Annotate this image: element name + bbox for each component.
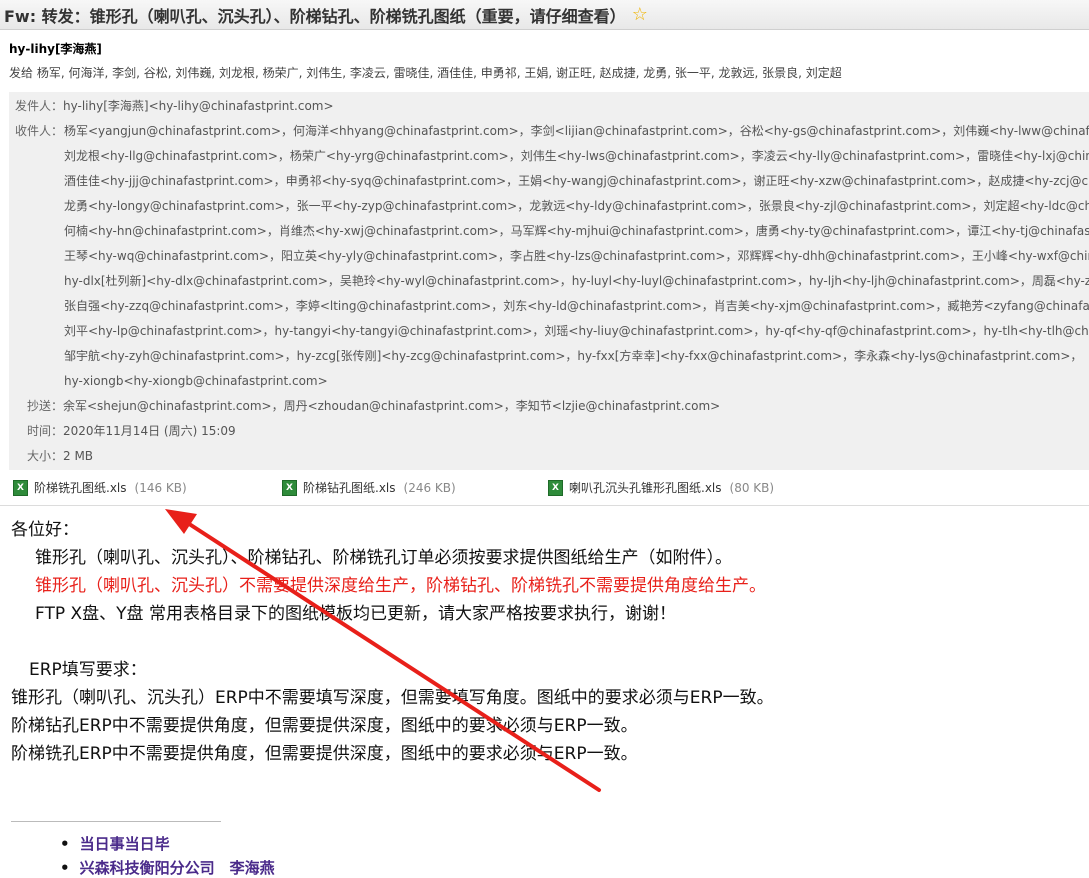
attachment-name[interactable]: 阶梯铣孔图纸.xls xyxy=(34,479,127,496)
attachment-size: (246 KB) xyxy=(403,480,456,495)
recipient-line[interactable]: 刘龙根<hy-llg@chinafastprint.com>，杨荣广<hy-yr… xyxy=(64,148,1089,164)
cc-label: 抄送： xyxy=(26,399,63,413)
greeting: 各位好： xyxy=(11,520,79,540)
from-value[interactable]: hy-lihy[李海燕]<hy-lihy@chinafastprint.com> xyxy=(63,99,334,113)
size-row: 大小：2 MB xyxy=(9,448,93,464)
to-label: 收件人： xyxy=(14,124,63,138)
recipient-line[interactable]: 张自强<hy-zzq@chinafastprint.com>，李婷<lting@… xyxy=(64,298,1089,314)
recipient-line[interactable]: hy-xiongb<hy-xiongb@chinafastprint.com> xyxy=(64,373,328,389)
time-label: 时间： xyxy=(26,424,63,438)
bullet-icon: • xyxy=(60,859,70,877)
xls-file-icon: X xyxy=(548,479,563,496)
signature-line-1: • 当日事当日毕 xyxy=(60,833,170,854)
star-icon[interactable]: ☆ xyxy=(632,4,648,25)
recipient-line[interactable]: 杨军<yangjun@chinafastprint.com>，何海洋<hhyan… xyxy=(64,123,1089,139)
time-value: 2020年11月14日 (周六) 15:09 xyxy=(63,424,236,438)
body-line-1: 锥形孔（喇叭孔、沉头孔）、阶梯钻孔、阶梯铣孔订单必须按要求提供图纸给生产（如附件… xyxy=(35,548,732,568)
to-row: 收件人： xyxy=(9,123,63,139)
attachment-item[interactable]: X 阶梯铣孔图纸.xls (146 KB) xyxy=(13,479,187,496)
body-line-2-red: 锥形孔（喇叭孔、沉头孔）不需要提供深度给生产，阶梯钻孔、阶梯铣孔不需要提供角度给… xyxy=(35,576,766,596)
size-label: 大小： xyxy=(26,449,63,463)
attachment-size: (80 KB) xyxy=(729,480,775,495)
email-headers: 发件人：hy-lihy[李海燕]<hy-lihy@chinafastprint.… xyxy=(9,92,1089,470)
cc-row: 抄送：余军<shejun@chinafastprint.com>，周丹<zhou… xyxy=(9,398,720,414)
recipient-line[interactable]: 何楠<hy-hn@chinafastprint.com>，肖维杰<hy-xwj@… xyxy=(64,223,1089,239)
email-subject: Fw: 转发：锥形孔（喇叭孔、沉头孔）、阶梯钻孔、阶梯铣孔图纸（重要，请仔细查看… xyxy=(4,6,626,26)
recipient-line[interactable]: hy-dlx[杜列新]<hy-dlx@chinafastprint.com>，吴… xyxy=(64,273,1089,289)
xls-file-icon: X xyxy=(13,479,28,496)
sender-name[interactable]: hy-lihy[李海燕] xyxy=(9,40,102,57)
size-value: 2 MB xyxy=(63,449,94,463)
recipient-line[interactable]: 刘平<hy-lp@chinafastprint.com>，hy-tangyi<h… xyxy=(64,323,1089,339)
subject-bar: Fw: 转发：锥形孔（喇叭孔、沉头孔）、阶梯钻孔、阶梯铣孔图纸（重要，请仔细查看… xyxy=(0,0,1089,30)
sent-to-summary: 发给 杨军, 何海洋, 李剑, 谷松, 刘伟巍, 刘龙根, 杨荣广, 刘伟生, … xyxy=(9,66,842,80)
erp-line-3: 阶梯铣孔ERP中不需要提供角度，但需要提供深度，图纸中的要求必须与ERP一致。 xyxy=(11,744,638,764)
cc-value[interactable]: 余军<shejun@chinafastprint.com>，周丹<zhoudan… xyxy=(63,399,720,413)
signature-divider xyxy=(11,821,221,822)
erp-line-1: 锥形孔（喇叭孔、沉头孔）ERP中不需要填写深度，但需要填写角度。图纸中的要求必须… xyxy=(11,688,774,708)
attachment-item[interactable]: X 阶梯钻孔图纸.xls (246 KB) xyxy=(282,479,456,496)
attachment-name[interactable]: 喇叭孔沉头孔锥形孔图纸.xls xyxy=(569,479,722,496)
attachment-bar: X 阶梯铣孔图纸.xls (146 KB) X 阶梯钻孔图纸.xls (246 … xyxy=(13,479,1089,499)
attachment-size: (146 KB) xyxy=(134,480,187,495)
recipient-line[interactable]: 龙勇<hy-longy@chinafastprint.com>，张一平<hy-z… xyxy=(64,198,1089,214)
attachment-name[interactable]: 阶梯钻孔图纸.xls xyxy=(303,479,396,496)
recipient-line[interactable]: 邹宇航<hy-zyh@chinafastprint.com>，hy-zcg[张传… xyxy=(64,348,1082,364)
time-row: 时间：2020年11月14日 (周六) 15:09 xyxy=(9,423,236,439)
recipient-line[interactable]: 王琴<hy-wq@chinafastprint.com>，阳立英<hy-yly@… xyxy=(64,248,1089,264)
bullet-icon: • xyxy=(60,835,70,853)
arrow-head-icon xyxy=(165,509,197,534)
body-line-3: FTP X盘、Y盘 常用表格目录下的图纸模板均已更新，请大家严格按要求执行，谢谢… xyxy=(35,604,676,624)
signature-motto: 当日事当日毕 xyxy=(79,835,170,853)
from-row: 发件人：hy-lihy[李海燕]<hy-lihy@chinafastprint.… xyxy=(9,98,334,114)
recipient-line[interactable]: 酒佳佳<hy-jjj@chinafastprint.com>，申勇祁<hy-sy… xyxy=(64,173,1089,189)
from-label: 发件人： xyxy=(14,99,63,113)
signature-company: 兴森科技衡阳分公司 李海燕 xyxy=(79,859,275,877)
attachment-item[interactable]: X 喇叭孔沉头孔锥形孔图纸.xls (80 KB) xyxy=(548,479,774,496)
xls-file-icon: X xyxy=(282,479,297,496)
erp-title: ERP填写要求： xyxy=(29,660,147,680)
divider xyxy=(0,505,1089,506)
erp-line-2: 阶梯钻孔ERP中不需要提供角度，但需要提供深度，图纸中的要求必须与ERP一致。 xyxy=(11,716,638,736)
